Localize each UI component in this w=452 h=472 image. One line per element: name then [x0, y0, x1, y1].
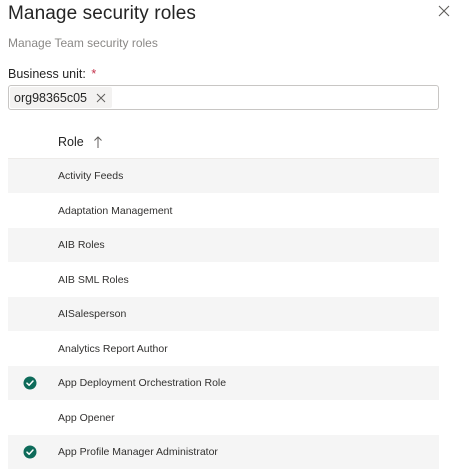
table-row[interactable]: Activity Feeds	[8, 159, 439, 194]
arrow-up-icon	[93, 135, 103, 149]
column-header-role[interactable]: Role	[58, 135, 84, 149]
business-unit-value: org98365c05	[14, 90, 87, 105]
role-name: App Deployment Orchestration Role	[58, 377, 227, 389]
required-marker: *	[91, 67, 97, 81]
close-icon[interactable]	[437, 4, 451, 18]
business-unit-label-text: Business unit:	[8, 67, 86, 81]
table-row[interactable]: App Profile Manager Administrator	[8, 435, 439, 470]
grid-rows: Activity Feeds Adaptation Management AIB R…	[8, 159, 439, 470]
role-name: Analytics Report Author	[58, 342, 168, 355]
role-name: Adaptation Management	[58, 204, 173, 217]
role-name: App Profile Manager Administrator	[58, 446, 218, 458]
table-row[interactable]: App Opener	[8, 400, 439, 435]
grid-header: Role	[8, 124, 439, 159]
checkmark-circle-icon[interactable]	[23, 445, 37, 459]
table-row[interactable]: Analytics Report Author	[8, 331, 439, 366]
dismiss-icon[interactable]	[96, 93, 106, 103]
role-name: App Opener	[58, 411, 115, 424]
business-unit-lookup-field[interactable]: org98365c05	[8, 85, 439, 110]
role-name: AIB SML Roles	[58, 273, 129, 286]
checkmark-circle-icon[interactable]	[23, 376, 37, 390]
table-row[interactable]: AIB Roles	[8, 228, 439, 263]
dialog-subtitle: Manage Team security roles	[8, 36, 158, 50]
dialog-title: Manage security roles	[8, 3, 196, 24]
table-row[interactable]: AISalesperson	[8, 297, 439, 332]
roles-grid: Role Activity Feeds Adaptation Management…	[8, 124, 439, 470]
role-name: AISalesperson	[58, 308, 127, 320]
table-row[interactable]: AIB SML Roles	[8, 262, 439, 297]
role-name: AIB Roles	[58, 239, 105, 251]
business-unit-label: Business unit: *	[8, 67, 96, 81]
manage-security-roles-dialog: Manage security roles Manage Team securi…	[0, 0, 452, 472]
table-row[interactable]: App Deployment Orchestration Role	[8, 366, 439, 401]
business-unit-chip[interactable]: org98365c05	[10, 87, 112, 108]
role-name: Activity Feeds	[58, 170, 124, 182]
table-row[interactable]: Adaptation Management	[8, 193, 439, 228]
